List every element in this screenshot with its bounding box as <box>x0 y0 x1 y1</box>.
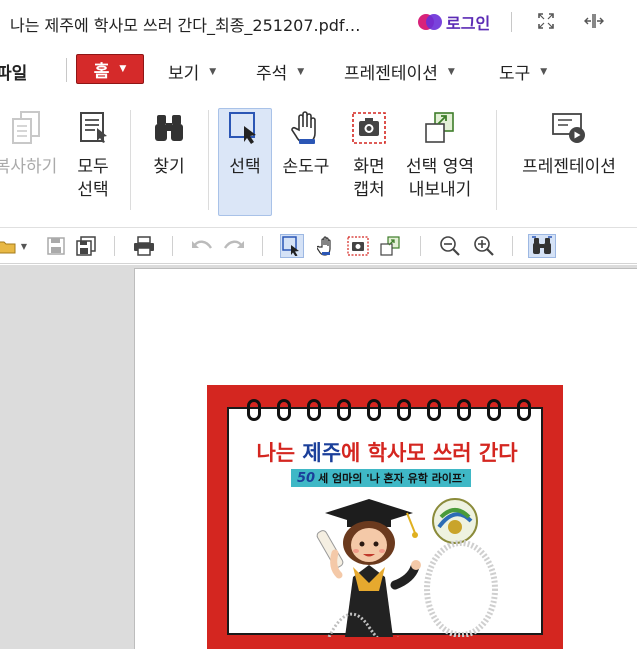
hand-icon[interactable] <box>314 234 338 258</box>
ribbon-divider <box>496 110 497 210</box>
capture-label-2: 캡처 <box>353 180 385 200</box>
menu-tools-label: 도구 <box>499 64 531 84</box>
graduate-illustration <box>316 498 498 637</box>
camera-icon[interactable] <box>346 234 370 258</box>
zoom-out-icon[interactable] <box>438 234 462 258</box>
binoculars-icon[interactable] <box>528 234 556 258</box>
menu-view[interactable]: 보기 ▼ <box>168 59 216 84</box>
menu-annotation[interactable]: 주석 ▼ <box>256 59 304 84</box>
export-label-1: 선택 영역 <box>406 157 474 177</box>
chevron-down-icon: ▼ <box>119 64 127 74</box>
toolbar-divider <box>262 236 263 256</box>
select-cursor-icon <box>225 108 265 148</box>
menu-presentation-label: 프레젠테이션 <box>344 64 438 84</box>
find-label: 찾기 <box>153 157 185 177</box>
screen-capture-button[interactable]: 화면 캡처 <box>344 108 394 202</box>
toolbar-divider <box>512 236 513 256</box>
select-tool-button[interactable]: 선택 <box>220 108 270 179</box>
copy-button[interactable]: 복사하기 <box>0 108 64 179</box>
export-selection-icon <box>420 108 460 148</box>
menu-file-label: 파일 <box>0 64 28 84</box>
menu-presentation[interactable]: 프레젠테이션 ▼ <box>344 59 455 84</box>
quick-toolbar: ▼ <box>0 228 637 264</box>
menu-annotation-label: 주석 <box>256 64 288 84</box>
login-logo-icon <box>418 12 442 32</box>
menu-file[interactable]: 파일 <box>0 59 27 84</box>
undo-icon[interactable] <box>190 234 214 258</box>
ribbon-divider <box>208 110 209 210</box>
select-all-button[interactable]: 모두 선택 <box>68 108 118 202</box>
menu-tools[interactable]: 도구 ▼ <box>499 59 547 84</box>
select-cursor-icon[interactable] <box>280 234 304 258</box>
binoculars-icon <box>149 108 189 148</box>
save-as-icon[interactable] <box>74 234 98 258</box>
select-all-label-2: 선택 <box>77 180 109 200</box>
presentation-button[interactable]: 프레젠테이션 <box>514 108 624 179</box>
fit-width-icon[interactable] <box>584 12 604 32</box>
toolbar-divider <box>420 236 421 256</box>
document-title: 나는 제주에 학사모 쓰러 간다_최종_251207.pdf… <box>10 16 361 35</box>
login-label: 로그인 <box>446 14 491 33</box>
select-tool-label: 선택 <box>229 157 261 177</box>
print-icon[interactable] <box>132 234 156 258</box>
copy-label: 복사하기 <box>0 157 58 177</box>
chevron-down-icon: ▼ <box>447 66 455 77</box>
select-all-label-1: 모두 <box>77 157 109 177</box>
pdf-page[interactable]: 나는 제주에 학사모 쓰러 간다 50 세 엄마의 '나 혼자 유학 라이프' <box>134 268 637 649</box>
menu-bar: 파일 홈 ▼ 보기 ▼ 주석 ▼ 프레젠테이션 ▼ 도구 ▼ <box>0 44 637 94</box>
toolbar-divider <box>114 236 115 256</box>
open-folder-icon[interactable] <box>0 234 18 258</box>
copy-icon <box>6 108 46 148</box>
save-icon[interactable] <box>44 234 68 258</box>
chevron-down-icon[interactable]: ▼ <box>18 234 30 258</box>
chevron-down-icon: ▼ <box>540 66 548 77</box>
select-all-icon <box>73 108 113 148</box>
menu-home-label: 홈 <box>93 61 110 82</box>
ribbon-toolbar: 복사하기 모두 선택 찾기 선택 손도구 화면 캡처 선택 영역 내보내기 프레… <box>0 94 637 228</box>
capture-label-1: 화면 <box>353 157 385 177</box>
zoom-in-icon[interactable] <box>472 234 496 258</box>
redo-icon[interactable] <box>222 234 246 258</box>
find-button[interactable]: 찾기 <box>144 108 194 179</box>
titlebar-divider <box>511 12 512 32</box>
export-selection-button[interactable]: 선택 영역 내보내기 <box>400 108 480 202</box>
login-button[interactable]: 로그인 <box>418 10 490 34</box>
export-label-2: 내보내기 <box>408 180 472 200</box>
camera-icon <box>349 108 389 148</box>
chevron-down-icon: ▼ <box>209 66 217 77</box>
title-bar: 나는 제주에 학사모 쓰러 간다_최종_251207.pdf… 로그인 <box>0 0 637 44</box>
menu-divider <box>66 58 67 82</box>
toolbar-divider <box>172 236 173 256</box>
export-selection-icon[interactable] <box>378 234 402 258</box>
menu-view-label: 보기 <box>168 64 200 84</box>
chevron-down-icon: ▼ <box>297 66 305 77</box>
fullscreen-icon[interactable] <box>536 12 556 32</box>
calendar-card: 나는 제주에 학사모 쓰러 간다 50 세 엄마의 '나 혼자 유학 라이프' <box>227 399 543 637</box>
menu-home[interactable]: 홈 ▼ <box>76 54 144 84</box>
presentation-label: 프레젠테이션 <box>522 157 616 177</box>
book-cover-image: 나는 제주에 학사모 쓰러 간다 50 세 엄마의 '나 혼자 유학 라이프' <box>207 385 563 649</box>
presentation-icon <box>549 108 589 148</box>
hand-tool-button[interactable]: 손도구 <box>278 108 334 179</box>
ribbon-divider <box>130 110 131 210</box>
document-workspace[interactable]: 나는 제주에 학사모 쓰러 간다 50 세 엄마의 '나 혼자 유학 라이프' <box>0 265 637 649</box>
hand-tool-label: 손도구 <box>282 157 330 177</box>
hand-icon <box>286 108 326 148</box>
